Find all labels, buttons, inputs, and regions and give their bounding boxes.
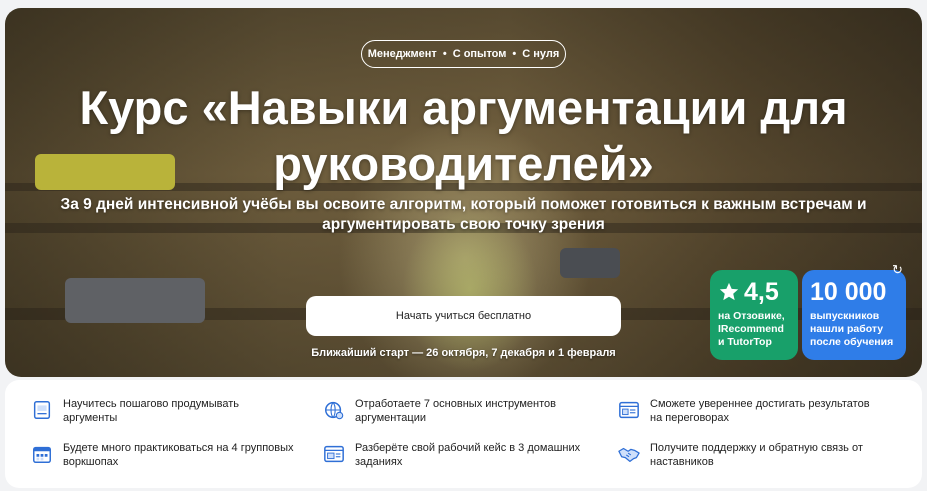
refresh-icon[interactable]: ↻ xyxy=(892,262,903,278)
feature-item: Получите поддержку и обратную связь от на… xyxy=(618,442,883,469)
rating-caption: IRecommend xyxy=(718,323,784,335)
feature-text: Сможете увереннее достигать результатов xyxy=(650,398,870,410)
tag-management: Менеджмент xyxy=(367,48,437,60)
feature-text: Отработаете 7 основных инструментов xyxy=(355,398,557,410)
title-line: Курс «Навыки аргументации для xyxy=(79,81,848,134)
page-title: Курс «Навыки аргументации для руководите… xyxy=(5,80,922,192)
feature-item: Научитесь пошагово продумывать аргументы xyxy=(31,398,296,425)
feature-text: Научитесь пошагово продумывать xyxy=(63,398,240,410)
feature-text: заданиях xyxy=(355,455,403,468)
tag-separator: • xyxy=(512,48,517,60)
feature-item: Сможете увереннее достигать результатов н… xyxy=(618,398,883,425)
feature-text: Разберёте свой рабочий кейс в 3 домашних xyxy=(355,442,581,454)
next-start-dates: Ближайший старт — 26 октября, 7 декабря … xyxy=(311,347,616,359)
handshake-icon xyxy=(618,447,640,462)
feature-text: Получите поддержку и обратную связь от xyxy=(650,442,863,454)
feature-item: Отработаете 7 основных инструментов аргум… xyxy=(323,398,588,425)
star-icon xyxy=(719,282,739,301)
case-window-icon xyxy=(324,445,344,463)
rating-caption: на Отзовике, xyxy=(718,310,785,322)
feature-text: наставников xyxy=(650,455,714,468)
rating-badge: 4,5 на Отзовике, IRecommend и TutorTop xyxy=(710,270,798,360)
feature-text: воркшопах xyxy=(63,455,119,468)
rating-caption: и TutorTop xyxy=(718,336,772,348)
subtitle-line: аргументировать свою точку зрения xyxy=(322,216,605,233)
graduates-caption: после обучения xyxy=(810,336,894,348)
hero-banner: Менеджмент • С опытом • С нуля Курс «Нав… xyxy=(5,8,922,377)
tag-separator: • xyxy=(442,48,447,60)
feature-item: Разберёте свой рабочий кейс в 3 домашних… xyxy=(323,442,588,469)
graduates-caption: выпускников xyxy=(810,310,880,322)
globe-tools-icon xyxy=(325,401,344,420)
start-free-button[interactable]: Начать учиться бесплатно xyxy=(306,296,621,336)
tag-experienced: С опытом xyxy=(452,48,507,60)
feature-item: Будете много практиковаться на 4 группов… xyxy=(31,442,296,469)
page-subtitle: За 9 дней интенсивной учёбы вы освоите а… xyxy=(45,195,882,235)
graduates-value: 10 000 xyxy=(810,278,887,306)
feature-text: аргументации xyxy=(355,411,427,424)
feature-text: аргументы xyxy=(63,411,118,424)
tag-beginner: С нуля xyxy=(522,48,560,60)
course-tags: Менеджмент • С опытом • С нуля xyxy=(361,40,566,68)
feature-text: Будете много практиковаться на 4 группов… xyxy=(63,442,294,454)
title-line: руководителей» xyxy=(273,137,654,190)
graduates-badge: 10 000 выпускников нашли работу после об… xyxy=(802,270,906,360)
graduates-caption: нашли работу xyxy=(810,323,884,335)
calendar-icon xyxy=(33,446,51,463)
feature-text: на переговорах xyxy=(650,411,730,424)
bg-cushion xyxy=(65,278,205,323)
subtitle-line: За 9 дней интенсивной учёбы вы освоите а… xyxy=(60,196,867,213)
document-icon xyxy=(33,401,51,419)
features-panel: Научитесь пошагово продумывать аргументы … xyxy=(5,380,922,488)
window-icon xyxy=(619,401,639,419)
rating-value: 4,5 xyxy=(744,278,779,306)
